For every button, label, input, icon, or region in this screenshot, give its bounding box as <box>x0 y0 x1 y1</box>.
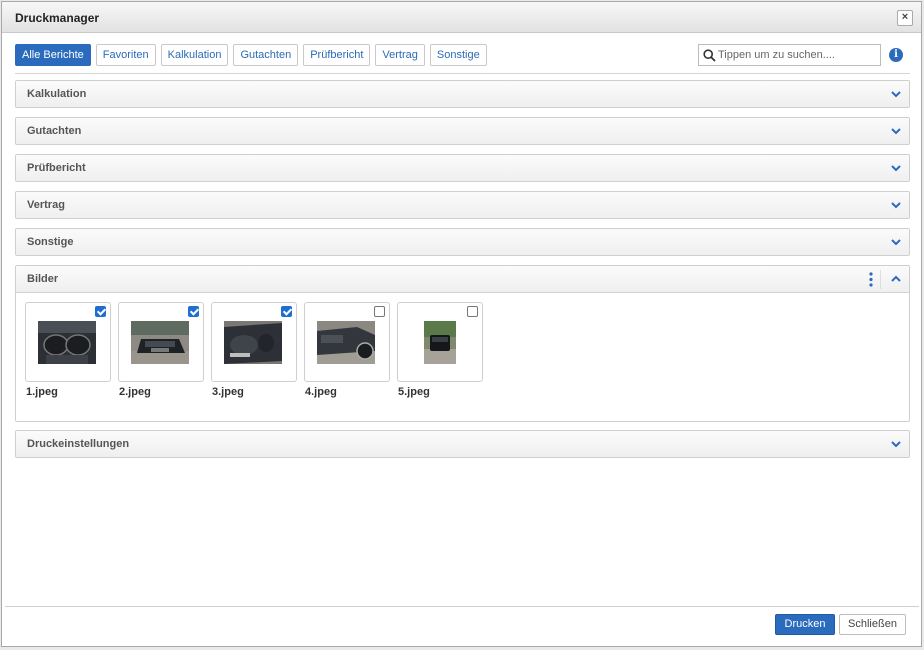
section-title: Druckeinstellungen <box>27 438 130 450</box>
section-header[interactable]: Bilder <box>16 266 909 293</box>
dialog-titlebar[interactable]: Druckmanager × <box>2 2 921 33</box>
more-options-icon[interactable] <box>869 272 873 287</box>
search-input[interactable] <box>718 45 878 65</box>
close-icon[interactable]: × <box>897 10 913 26</box>
section-header[interactable]: Druckeinstellungen <box>16 431 909 457</box>
chevron-down-icon[interactable] <box>890 199 902 211</box>
section-title: Gutachten <box>27 125 82 137</box>
section-title: Kalkulation <box>27 88 87 100</box>
image-thumbnail[interactable] <box>118 302 204 382</box>
section-pruefbericht[interactable]: Prüfbericht <box>15 154 910 182</box>
chevron-down-icon[interactable] <box>890 236 902 248</box>
image-filename: 4.jpeg <box>305 386 337 398</box>
section-druckeinstellungen[interactable]: Druckeinstellungen <box>15 430 910 458</box>
image-select-checkbox[interactable] <box>281 306 292 317</box>
car-front-photo <box>131 321 189 364</box>
filter-tab-gutachten[interactable]: Gutachten <box>233 44 299 66</box>
car-damage-photo <box>224 321 282 364</box>
section-vertrag[interactable]: Vertrag <box>15 191 910 219</box>
chevron-down-icon[interactable] <box>890 88 902 100</box>
filter-tab-kalkulation[interactable]: Kalkulation <box>160 44 229 66</box>
toolbar-divider <box>15 73 910 74</box>
section-header[interactable]: Vertrag <box>16 192 909 218</box>
image-gallery: 1.jpeg 2.jpeg 3.jpeg 4.jpeg 5.jpeg <box>16 293 909 421</box>
image-select-checkbox[interactable] <box>374 306 385 317</box>
chevron-down-icon[interactable] <box>890 125 902 137</box>
footer-divider <box>5 606 919 607</box>
print-button[interactable]: Drucken <box>775 614 835 635</box>
car-rear-photo <box>424 321 456 364</box>
dialog-title: Druckmanager <box>15 11 100 25</box>
section-gutachten[interactable]: Gutachten <box>15 117 910 145</box>
image-filename: 5.jpeg <box>398 386 430 398</box>
header-divider <box>880 270 881 289</box>
section-title: Vertrag <box>27 199 65 211</box>
print-manager-dialog: Druckmanager × Alle Berichte Favoriten K… <box>1 1 922 647</box>
section-header[interactable]: Kalkulation <box>16 81 909 107</box>
chevron-down-icon[interactable] <box>890 162 902 174</box>
image-select-checkbox[interactable] <box>95 306 106 317</box>
image-thumbnail[interactable] <box>211 302 297 382</box>
chevron-down-icon[interactable] <box>890 438 902 450</box>
section-bilder: Bilder 1.jpeg 2.jpeg 3.jpeg 4.jpeg 5.jpe… <box>15 265 910 422</box>
section-kalkulation[interactable]: Kalkulation <box>15 80 910 108</box>
image-thumbnail[interactable] <box>25 302 111 382</box>
image-filename: 1.jpeg <box>26 386 58 398</box>
car-side-photo <box>317 321 375 364</box>
image-select-checkbox[interactable] <box>188 306 199 317</box>
image-thumbnail[interactable] <box>304 302 390 382</box>
section-title: Sonstige <box>27 236 74 248</box>
section-header[interactable]: Gutachten <box>16 118 909 144</box>
toolbar: Alle Berichte Favoriten Kalkulation Guta… <box>15 44 908 68</box>
chevron-up-icon[interactable] <box>890 273 902 285</box>
filter-tab-alle-berichte[interactable]: Alle Berichte <box>15 44 91 66</box>
image-select-checkbox[interactable] <box>467 306 478 317</box>
image-filename: 3.jpeg <box>212 386 244 398</box>
section-header[interactable]: Prüfbericht <box>16 155 909 181</box>
section-header[interactable]: Sonstige <box>16 229 909 255</box>
search-box <box>698 44 881 66</box>
section-title: Bilder <box>27 273 59 285</box>
close-button[interactable]: Schließen <box>839 614 906 635</box>
filter-tab-sonstige[interactable]: Sonstige <box>429 44 487 66</box>
filter-tab-pruefbericht[interactable]: Prüfbericht <box>303 44 371 66</box>
section-title: Prüfbericht <box>27 162 86 174</box>
section-sonstige[interactable]: Sonstige <box>15 228 910 256</box>
info-icon[interactable]: i <box>889 48 903 62</box>
car-interior-photo <box>38 321 96 364</box>
image-filename: 2.jpeg <box>119 386 151 398</box>
filter-tabs: Alle Berichte Favoriten Kalkulation Guta… <box>15 44 487 66</box>
filter-tab-favoriten[interactable]: Favoriten <box>95 44 156 66</box>
search-icon <box>703 49 716 62</box>
image-thumbnail[interactable] <box>397 302 483 382</box>
filter-tab-vertrag[interactable]: Vertrag <box>375 44 425 66</box>
